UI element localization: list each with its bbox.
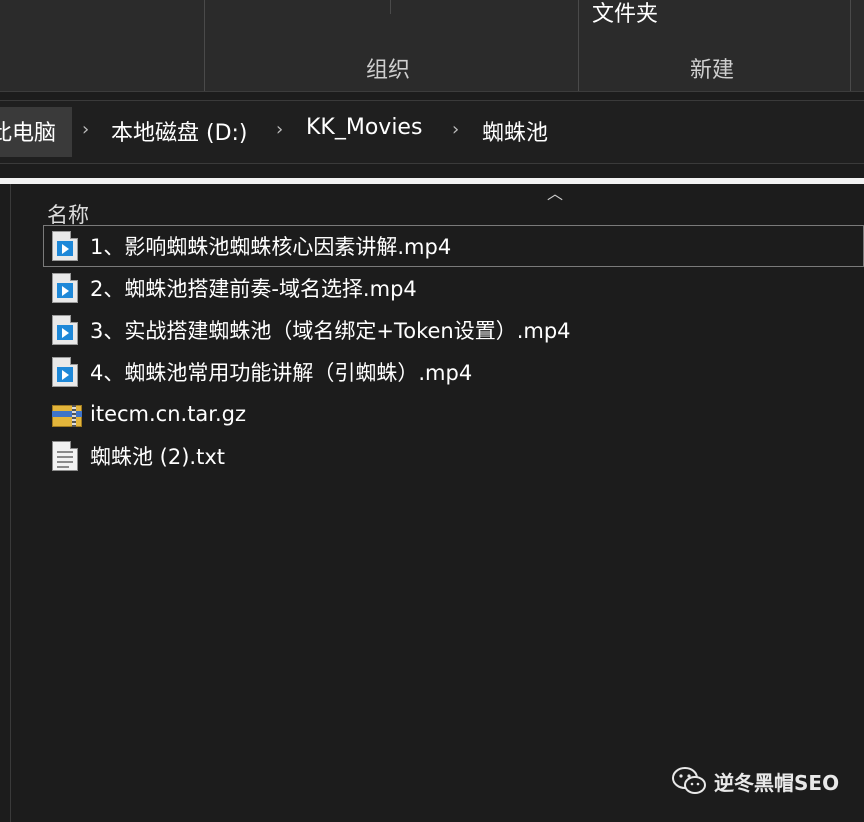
video-file-icon — [52, 231, 78, 261]
sort-ascending-icon: ︿ — [547, 184, 564, 203]
ribbon-divider — [578, 0, 579, 92]
video-file-icon — [52, 273, 78, 303]
file-list: 1、影响蜘蛛池蜘蛛核心因素讲解.mp4 2、蜘蛛池搭建前奏-域名选择.mp4 3… — [43, 225, 864, 477]
file-name: itecm.cn.tar.gz — [90, 402, 247, 426]
pane-divider — [0, 178, 864, 184]
video-file-icon — [52, 357, 78, 387]
ribbon-divider — [850, 0, 851, 92]
breadcrumb-item-drive[interactable]: 本地磁盘 (D:) — [111, 115, 248, 147]
file-name: 1、影响蜘蛛池蜘蛛核心因素讲解.mp4 — [90, 235, 452, 259]
breadcrumb-item-current[interactable]: 蜘蛛池 — [482, 115, 548, 147]
file-row[interactable]: 3、实战搭建蜘蛛池（域名绑定+Token设置）.mp4 — [43, 309, 864, 351]
file-row[interactable]: 2、蜘蛛池搭建前奏-域名选择.mp4 — [43, 267, 864, 309]
file-row[interactable]: 1、影响蜘蛛池蜘蛛核心因素讲解.mp4 — [43, 225, 864, 267]
watermark: 逆冬黑帽SEO — [672, 766, 839, 796]
breadcrumb: 此电脑 › 本地磁盘 (D:) › KK_Movies › 蜘蛛池 — [0, 100, 864, 164]
breadcrumb-chevron-icon[interactable]: › — [452, 119, 459, 140]
nav-pane-border[interactable] — [10, 184, 11, 822]
ribbon-group-new: 新建 — [690, 58, 735, 83]
text-file-icon — [52, 441, 78, 471]
ribbon-divider — [204, 0, 205, 92]
breadcrumb-item-movies[interactable]: KK_Movies — [306, 115, 422, 140]
new-folder-button-label[interactable]: 文件夹 — [592, 0, 658, 28]
file-row[interactable]: 蜘蛛池 (2).txt — [43, 435, 864, 477]
breadcrumb-item-this-pc[interactable]: 此电脑 — [0, 115, 56, 147]
file-row[interactable]: itecm.cn.tar.gz — [43, 393, 864, 435]
ribbon-divider — [390, 0, 391, 14]
file-name: 2、蜘蛛池搭建前奏-域名选择.mp4 — [90, 277, 417, 301]
file-row[interactable]: 4、蜘蛛池常用功能讲解（引蜘蛛）.mp4 — [43, 351, 864, 393]
file-name: 4、蜘蛛池常用功能讲解（引蜘蛛）.mp4 — [90, 361, 473, 385]
file-name: 蜘蛛池 (2).txt — [90, 445, 225, 469]
video-file-icon — [52, 315, 78, 345]
wechat-icon — [672, 767, 706, 794]
file-name: 3、实战搭建蜘蛛池（域名绑定+Token设置）.mp4 — [90, 319, 571, 343]
breadcrumb-chevron-icon[interactable]: › — [82, 119, 89, 140]
ribbon-bottom-border — [0, 91, 864, 92]
ribbon: 文件夹 组织 新建 — [0, 0, 864, 92]
archive-file-icon — [52, 399, 82, 429]
breadcrumb-chevron-icon[interactable]: › — [276, 119, 283, 140]
ribbon-group-organize: 组织 — [366, 58, 411, 83]
watermark-text: 逆冬黑帽SEO — [714, 770, 840, 795]
